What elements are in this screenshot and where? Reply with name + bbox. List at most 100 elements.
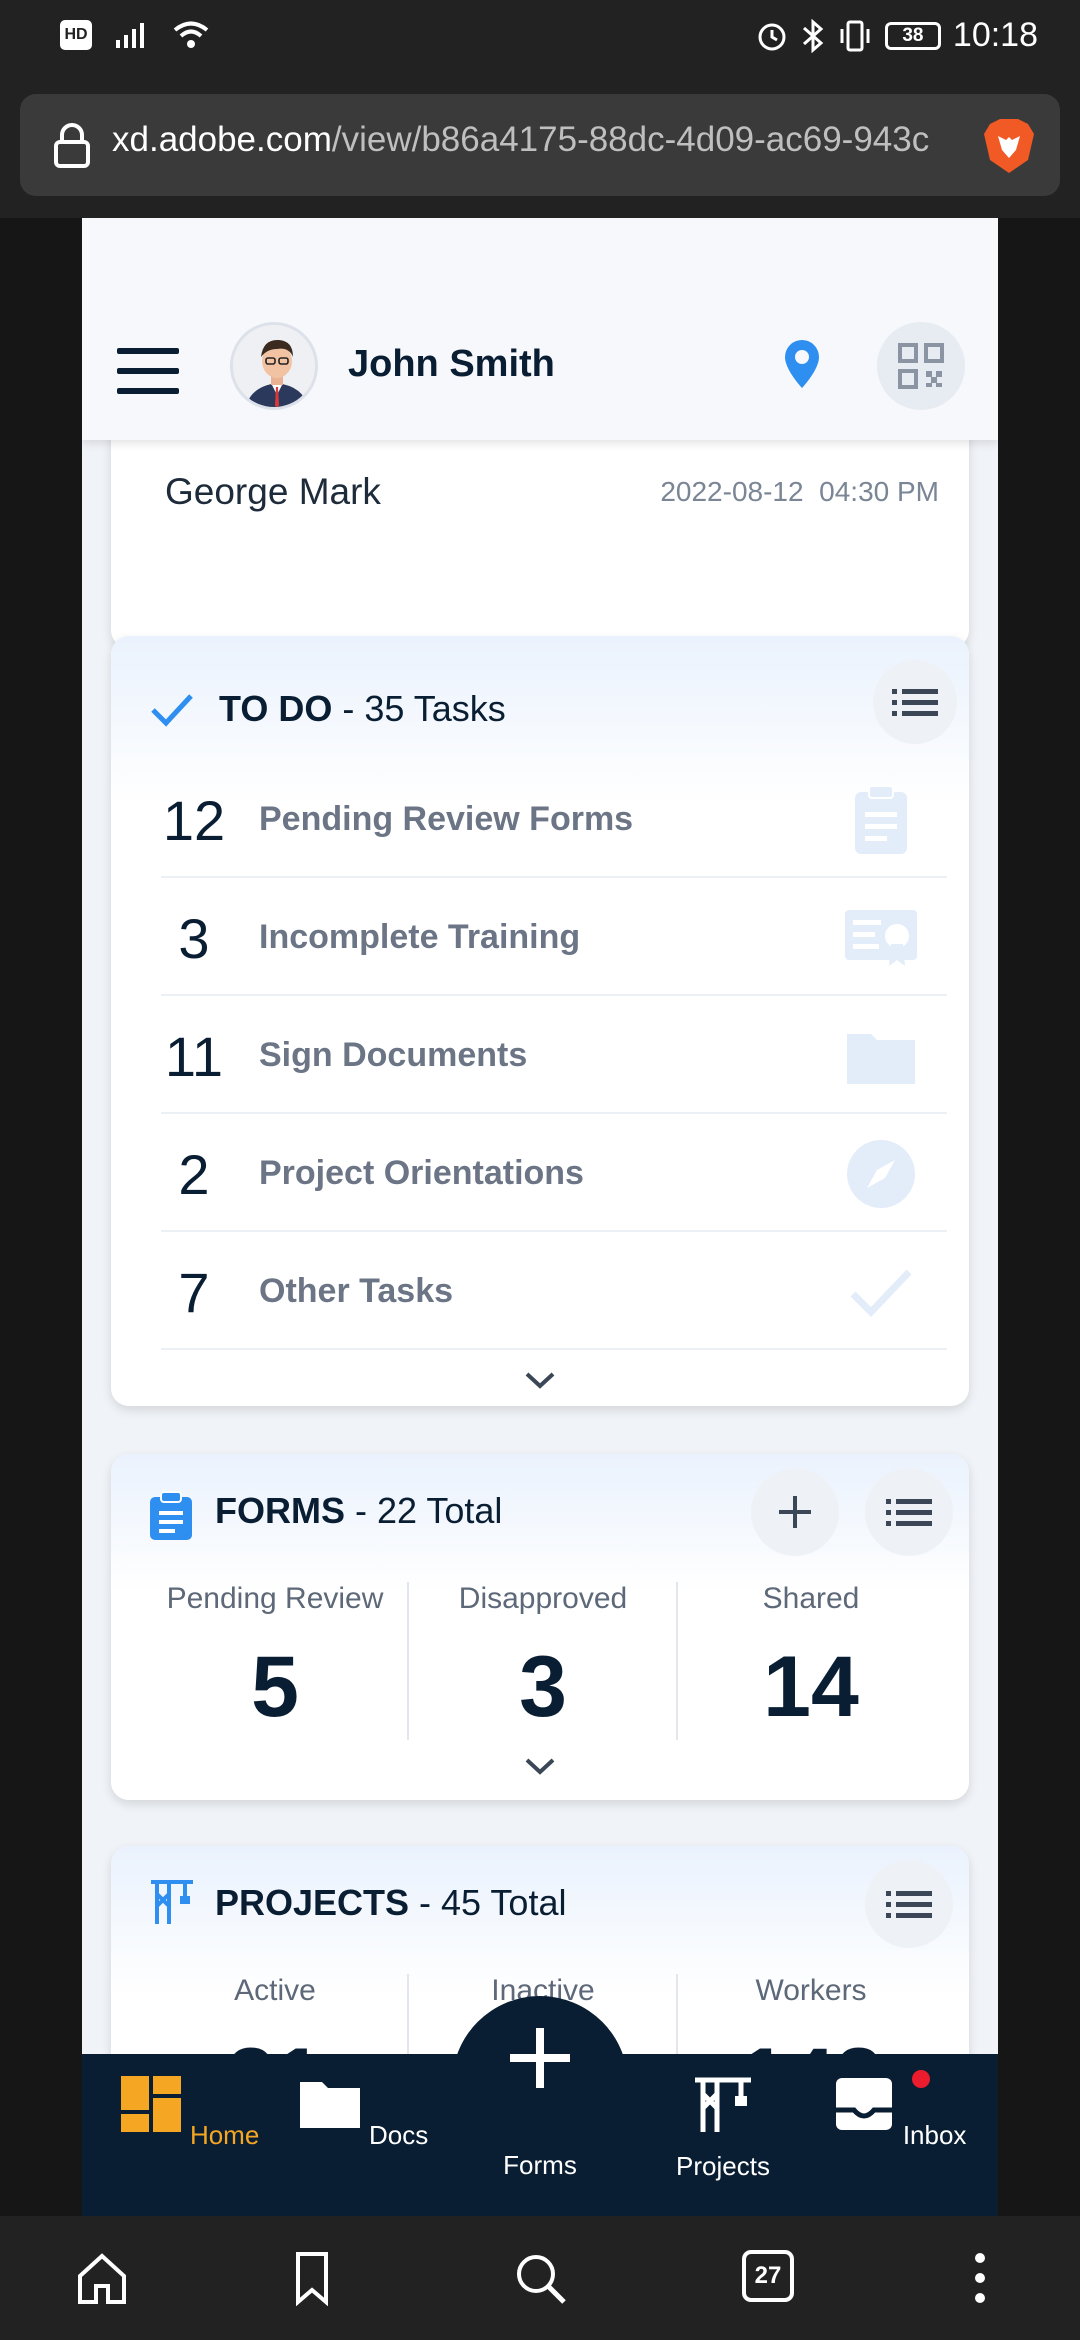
alarm-icon [758,23,786,50]
projects-stat-active[interactable]: Active 31 [140,1974,410,2054]
user-avatar-icon [233,325,315,407]
todo-label: Sign Documents [259,1036,528,1074]
activity-datetime: 2022-08-12 04:30 PM [660,476,939,508]
forms-list-button[interactable] [865,1468,953,1556]
compass-icon [847,1140,915,1208]
app-content: John Smith George Mark 2022-08-12 04:30 … [82,218,998,2054]
todo-label: Project Orientations [259,1154,584,1192]
browser-toolbar: xd.adobe.com/view/b86a4175-88dc-4d09-ac6… [0,78,1080,218]
nav-home-label: Home [189,2120,260,2150]
certificate-icon [845,910,917,966]
chevron-down-icon[interactable] [524,1370,556,1390]
plus-icon [779,1496,811,1528]
forms-card: FORMS - 22 Total Pending Review 5 Disapp… [111,1454,969,1800]
projects-subtitle: - 45 Total [409,1882,567,1923]
location-pin-icon[interactable] [782,338,822,390]
stat-label: Disapproved [458,1582,628,1615]
activity-date: 2022-08-12 [660,476,804,507]
todo-item-other-tasks[interactable]: 7 Other Tasks [161,1232,947,1350]
todo-count: 2 [178,1143,210,1206]
nav-forms-label[interactable]: Forms [452,2150,628,2181]
activity-time: 04:30 PM [819,476,939,507]
todo-title-text: TO DO [219,688,333,729]
list-icon [886,1499,932,1526]
nav-inbox-label: Inbox [902,2120,967,2150]
activity-name: George Mark [165,471,381,512]
url-path: /view/b86a4175-88dc-4d09-ac69-943c [331,120,930,159]
projects-list-button[interactable] [865,1860,953,1948]
hd-badge: HD [60,20,92,50]
list-icon [892,689,938,716]
folder-icon [847,1034,915,1084]
status-bar: HD 38 10:18 [0,0,1080,78]
address-bar[interactable]: xd.adobe.com/view/b86a4175-88dc-4d09-ac6… [20,94,1060,196]
todo-count: 11 [164,1025,224,1088]
stat-value: 5 [251,1639,299,1735]
wifi-icon [173,21,209,48]
add-form-fab[interactable] [452,1996,628,2172]
qr-code-icon [898,343,944,389]
projects-stat-workers[interactable]: Workers 142 [676,1974,946,2054]
todo-label: Other Tasks [259,1272,454,1310]
qr-code-button[interactable] [877,322,965,410]
url-text[interactable]: xd.adobe.com/view/b86a4175-88dc-4d09-ac6… [112,120,972,160]
hamburger-menu-icon[interactable] [117,348,179,394]
bottom-navigation: Forms Home Docs Projects Inbox [82,1996,998,2216]
forms-title: FORMS - 22 Total [215,1490,502,1532]
todo-count: 7 [178,1261,210,1324]
forms-subtitle: - 22 Total [345,1490,503,1531]
dashboard-icon [120,2076,181,2132]
home-icon[interactable] [74,2250,130,2306]
forms-stat-disapproved[interactable]: Disapproved 3 [408,1582,678,1737]
signal-icon [116,23,144,48]
more-options-icon[interactable] [952,2250,1008,2306]
search-icon[interactable] [512,2250,568,2306]
todo-card: TO DO - 35 Tasks 12 Pending Review Forms… [111,636,969,1406]
todo-list-button[interactable] [873,660,957,744]
add-form-button[interactable] [751,1468,839,1556]
forms-stat-shared[interactable]: Shared 14 [676,1582,946,1737]
lock-icon [54,123,90,168]
check-icon [850,1269,912,1318]
projects-title-text: PROJECTS [215,1882,410,1923]
stat-label: Pending Review [166,1582,384,1615]
nav-projects[interactable]: Projects [648,2074,798,2182]
notification-dot [910,2068,932,2090]
todo-item-project-orientations[interactable]: 2 Project Orientations [161,1114,947,1232]
todo-item-sign-documents[interactable]: 11 Sign Documents [161,996,947,1114]
nav-projects-label: Projects [676,2151,770,2181]
stat-value: 14 [763,1639,859,1735]
todo-count: 3 [178,907,210,970]
forms-title-text: FORMS [215,1490,345,1531]
todo-item-incomplete-training[interactable]: 3 Incomplete Training [161,878,947,996]
stat-label: Workers [755,1974,867,2007]
crane-icon [151,1880,193,1924]
stat-value: 142 [676,2030,946,2054]
chevron-down-icon[interactable] [524,1756,556,1776]
stat-label: Shared [762,1582,860,1615]
todo-item-pending-review-forms[interactable]: 12 Pending Review Forms [161,760,947,878]
plus-icon [510,2028,570,2088]
stat-value: 3 [519,1639,567,1735]
user-name: John Smith [348,343,555,385]
avatar[interactable] [230,322,318,410]
forms-stat-pending-review[interactable]: Pending Review 5 [140,1582,410,1737]
app-header: John Smith [82,218,998,440]
inbox-icon [835,2078,892,2130]
stat-value: 31 [140,2030,410,2054]
folder-icon [299,2082,360,2128]
nav-inbox[interactable]: Inbox [824,2074,974,2151]
nav-home[interactable]: Home [114,2074,264,2151]
crane-icon [695,2077,751,2132]
vibrate-icon [840,20,870,51]
bookmark-icon[interactable] [284,2250,340,2306]
checkmark-icon [151,694,193,727]
todo-label: Incomplete Training [259,918,581,956]
battery-indicator: 38 [884,21,941,50]
tab-count-button[interactable]: 27 [742,2250,794,2302]
list-icon [886,1891,932,1918]
nav-docs[interactable]: Docs [288,2074,438,2151]
clipboard-icon [150,1491,192,1540]
brave-lion-icon[interactable] [980,116,1038,176]
clock: 10:18 [952,16,1038,54]
